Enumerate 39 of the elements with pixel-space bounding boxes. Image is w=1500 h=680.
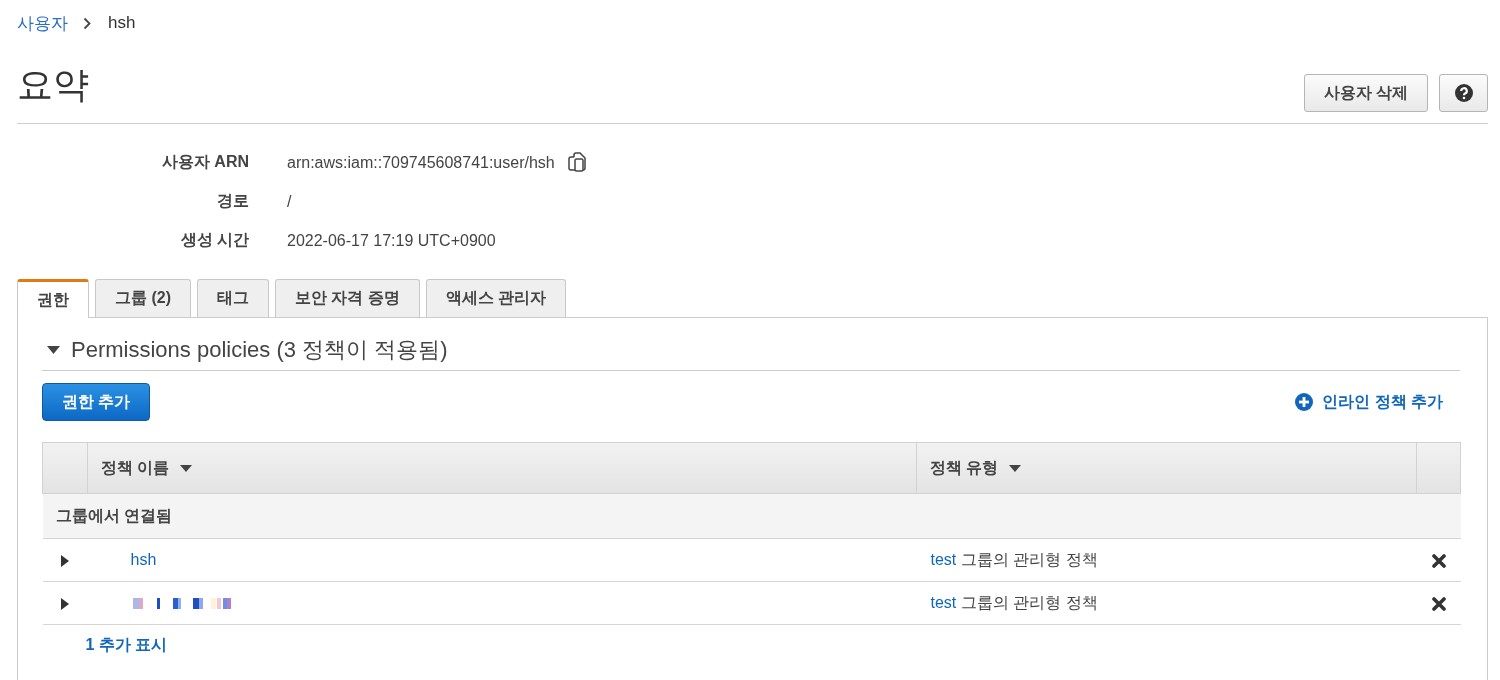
caret-right-icon[interactable]: [61, 554, 69, 567]
caret-down-icon[interactable]: [47, 346, 60, 354]
sort-caret-icon[interactable]: [180, 464, 193, 472]
add-inline-policy-link[interactable]: 인라인 정책 추가: [1295, 391, 1443, 413]
column-header[interactable]: 정책 유형: [930, 457, 1022, 479]
group-link[interactable]: test: [930, 550, 957, 568]
summary-value: 2022-06-17 17:19 UTC+0900: [287, 231, 496, 250]
policy-name-link[interactable]: hsh: [130, 551, 157, 568]
help-button[interactable]: [1439, 74, 1488, 112]
summary-value: arn:aws:iam::709745608741:user/hsh: [287, 153, 555, 172]
tab[interactable]: 권한: [17, 279, 89, 318]
chevron-right-icon: [83, 16, 91, 30]
summary-label: 경로: [216, 191, 249, 211]
policy-type-text: test 그룹의 관리형 정책: [930, 550, 1098, 568]
summary-label: 사용자 ARN: [160, 152, 249, 172]
tab[interactable]: 보안 자격 증명: [275, 279, 420, 317]
show-more-link[interactable]: 1 추가 표시: [85, 635, 168, 653]
summary-label: 생성 시간: [179, 230, 249, 250]
tab[interactable]: 액세스 관리자: [425, 279, 567, 317]
page-title: 요약: [17, 63, 89, 107]
caret-right-icon[interactable]: [61, 597, 69, 610]
plus-circle-icon: [1295, 393, 1314, 411]
column-header[interactable]: 정책 이름: [101, 457, 193, 479]
help-icon: [1454, 84, 1473, 102]
x-icon[interactable]: [1431, 596, 1446, 611]
policy-type-text: test 그룹의 관리형 정책: [930, 593, 1098, 611]
breadcrumb-link[interactable]: 사용자: [17, 11, 68, 35]
add-permissions-button[interactable]: 권한 추가: [42, 383, 151, 421]
summary-value: /: [287, 192, 292, 211]
tab[interactable]: 그룹 (2): [95, 279, 191, 317]
group-link[interactable]: test: [930, 593, 957, 611]
sort-caret-icon[interactable]: [1009, 464, 1022, 472]
copy-icon[interactable]: [567, 152, 587, 173]
breadcrumb-current: hsh: [108, 13, 136, 33]
group-label: 그룹에서 연결됨: [55, 506, 172, 524]
x-icon[interactable]: [1431, 553, 1446, 568]
tab[interactable]: 태그: [197, 279, 269, 317]
delete-user-button[interactable]: 사용자 삭제: [1303, 74, 1428, 112]
section-title: Permissions policies (3 정책이 적용됨): [71, 336, 448, 364]
